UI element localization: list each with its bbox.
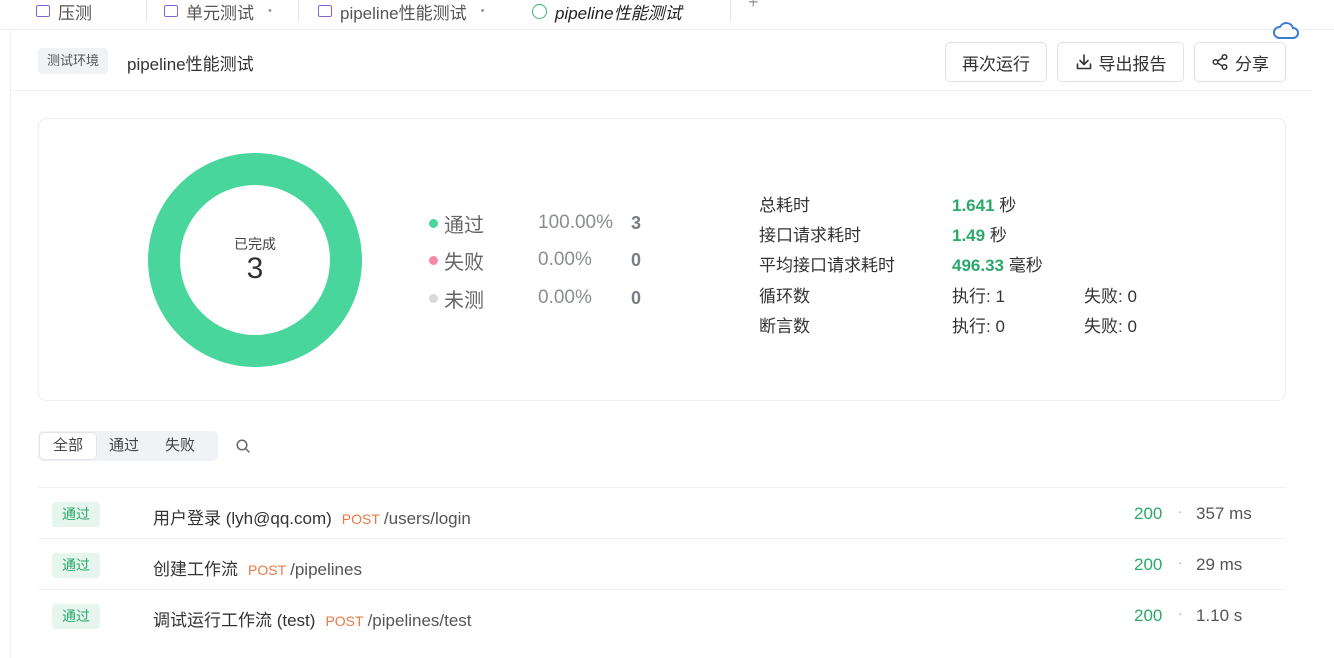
- download-icon: [1076, 54, 1091, 70]
- rerun-label: 再次运行: [962, 54, 1030, 74]
- legend-name: 未测: [444, 289, 484, 312]
- result-filter: 全部 通过 失败: [38, 431, 218, 461]
- tab-pipeline-test[interactable]: pipeline性能测试 •: [304, 0, 498, 29]
- total-time-label: 总耗时: [759, 196, 810, 215]
- legend-failed: 失败 0.00% 0: [429, 247, 642, 274]
- share-label: 分享: [1235, 54, 1269, 74]
- legend-name: 失败: [444, 251, 484, 274]
- export-report-button[interactable]: 导出报告: [1057, 42, 1184, 82]
- environment-badge: 测试环境: [38, 48, 109, 74]
- request-time-value: 1.49 秒: [952, 226, 1007, 245]
- request-name: 调试运行工作流 (test): [153, 611, 316, 630]
- share-icon: [1212, 53, 1228, 71]
- legend-percent: 0.00%: [538, 249, 592, 270]
- request-method: POST: [325, 613, 364, 629]
- tab-label: pipeline性能测试: [340, 3, 467, 23]
- search-icon[interactable]: [235, 438, 251, 454]
- tab-pipeline-report[interactable]: pipeline性能测试: [518, 0, 730, 29]
- request-path: /pipelines/test: [367, 611, 472, 630]
- check-circle-icon: [532, 3, 547, 19]
- request-name: 创建工作流: [153, 560, 238, 579]
- separator-dot: ·: [1178, 605, 1183, 621]
- legend-percent: 100.00%: [538, 212, 614, 233]
- dot-icon: •: [480, 5, 485, 17]
- tab-divider: [730, 0, 731, 22]
- legend-count: 3: [631, 212, 642, 233]
- filter-all[interactable]: 全部: [40, 433, 97, 459]
- result-row[interactable]: 通过 用户登录 (lyh@qq.com) POST/users/login 200…: [38, 487, 1286, 538]
- request-info: 创建工作流 POST/pipelines: [153, 555, 362, 580]
- legend-dot: [429, 293, 438, 303]
- legend-dot: [429, 255, 438, 265]
- tab-label: pipeline性能测试: [555, 3, 682, 23]
- loops-executed: 执行: 1: [952, 287, 1005, 306]
- api-icon: [164, 5, 178, 17]
- legend-name: 通过: [444, 214, 484, 237]
- result-list: 通过 用户登录 (lyh@qq.com) POST/users/login 200…: [38, 487, 1286, 640]
- legend-passed: 通过 100.00% 3: [429, 210, 642, 237]
- result-row[interactable]: 通过 调试运行工作流 (test) POST/pipelines/test 200…: [38, 589, 1286, 640]
- legend-count: 0: [631, 249, 642, 270]
- add-tab-icon[interactable]: +: [748, 0, 759, 13]
- request-path: /pipelines: [290, 560, 362, 579]
- export-label: 导出报告: [1098, 54, 1167, 74]
- response-time: 29 ms: [1196, 555, 1243, 574]
- legend-dot: [429, 218, 438, 228]
- rerun-button[interactable]: 再次运行: [945, 42, 1047, 82]
- page-title: pipeline性能测试: [127, 55, 254, 74]
- request-method: POST: [248, 562, 287, 578]
- status-code: 200: [1134, 504, 1163, 523]
- api-icon: [318, 5, 332, 17]
- request-info: 调试运行工作流 (test) POST/pipelines/test: [153, 606, 472, 631]
- filter-failed[interactable]: 失败: [152, 433, 208, 459]
- share-button[interactable]: 分享: [1194, 42, 1286, 82]
- separator-dot: ·: [1178, 554, 1183, 570]
- dot-icon: •: [268, 5, 272, 17]
- donut-value: 3: [246, 252, 264, 285]
- request-method: POST: [341, 511, 380, 527]
- assertions-failed: 失败: 0: [1084, 317, 1137, 336]
- cloud-icon[interactable]: [1272, 20, 1300, 42]
- status-badge: 通过: [52, 553, 100, 578]
- filter-passed[interactable]: 通过: [96, 433, 152, 459]
- request-path: /users/login: [383, 509, 471, 528]
- status-badge: 通过: [52, 604, 100, 629]
- status-badge: 通过: [52, 502, 100, 527]
- avg-request-time-value: 496.33 毫秒: [952, 256, 1043, 275]
- avg-request-time-label: 平均接口请求耗时: [759, 256, 895, 275]
- status-code: 200: [1134, 555, 1163, 574]
- tab-unit-test[interactable]: 单元测试 •: [150, 0, 286, 29]
- api-icon: [36, 5, 50, 17]
- assertions-label: 断言数: [759, 317, 810, 336]
- response-time: 357 ms: [1196, 504, 1252, 523]
- legend-count: 0: [631, 287, 642, 308]
- tab-load-test[interactable]: 压测: [22, 0, 106, 29]
- header-divider: [10, 90, 1312, 91]
- content-border: [10, 30, 11, 658]
- request-name: 用户登录 (lyh@qq.com): [153, 509, 332, 528]
- tab-divider: [146, 0, 147, 22]
- tab-divider: [298, 0, 299, 22]
- loops-label: 循环数: [759, 287, 810, 306]
- request-time-label: 接口请求耗时: [759, 226, 861, 245]
- separator-dot: ·: [1178, 503, 1183, 519]
- request-info: 用户登录 (lyh@qq.com) POST/users/login: [153, 504, 471, 529]
- donut-label: 已完成: [234, 236, 276, 252]
- summary-card: 已完成 3 通过 100.00% 3 失败 0.00% 0 未测 0.00% 0…: [38, 118, 1286, 401]
- tab-label: 压测: [58, 3, 92, 23]
- loops-failed: 失败: 0: [1084, 287, 1137, 306]
- response-time: 1.10 s: [1196, 606, 1243, 625]
- result-row[interactable]: 通过 创建工作流 POST/pipelines 200 · 29 ms: [38, 538, 1286, 589]
- assertions-executed: 执行: 0: [952, 317, 1005, 336]
- report-header: 测试环境 pipeline性能测试 再次运行 导出报告 分享: [38, 42, 1288, 82]
- legend-percent: 0.00%: [538, 287, 592, 308]
- status-code: 200: [1134, 606, 1163, 625]
- legend-untested: 未测 0.00% 0: [429, 285, 642, 312]
- total-time-value: 1.641 秒: [952, 196, 1017, 215]
- tab-bar: 压测 单元测试 • pipeline性能测试 • pipeline性能测试 +: [0, 0, 1334, 30]
- tab-label: 单元测试: [186, 3, 254, 23]
